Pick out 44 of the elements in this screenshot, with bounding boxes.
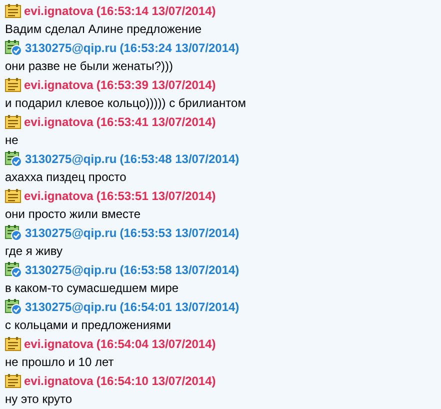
message-time: (16:53:24 13/07/2014) xyxy=(120,40,240,56)
message-time: (16:54:01 13/07/2014) xyxy=(120,298,240,316)
sender-name: evi.ignatova xyxy=(24,76,94,94)
message-time: (16:54:10 13/07/2014) xyxy=(96,372,216,390)
message-time: (16:53:48 13/07/2014) xyxy=(120,150,240,168)
message-time: (16:53:53 13/07/2014) xyxy=(120,224,240,242)
notepad-check-icon xyxy=(5,298,22,314)
message-text: ахахха пиздец просто xyxy=(5,169,126,186)
sender-name: evi.ignatova xyxy=(24,188,94,204)
notepad-check-icon xyxy=(5,224,22,240)
message-text: в каком-то сумасшедшем мире xyxy=(5,280,179,297)
message-text: они разве не были женаты?))) xyxy=(5,58,173,75)
message-time: (16:53:14 13/07/2014) xyxy=(96,2,216,20)
notepad-icon xyxy=(5,374,21,388)
message-text: не прошло и 10 лет xyxy=(5,354,114,371)
notepad-icon xyxy=(5,114,21,128)
message-text: ну это круто xyxy=(5,391,72,408)
message-time: (16:54:04 13/07/2014) xyxy=(96,336,216,352)
sender-name: evi.ignatova xyxy=(24,2,94,20)
notepad-icon xyxy=(5,78,21,92)
message-text: и подарил клевое кольцо))))) с брилиантом xyxy=(5,95,246,112)
message-time: (16:53:39 13/07/2014) xyxy=(96,76,216,94)
message-time: (16:53:41 13/07/2014) xyxy=(96,114,216,130)
sender-name: 3130275@qip.ru xyxy=(25,262,117,278)
sender-name: evi.ignatova xyxy=(24,114,94,130)
message-text: Вадим сделал Алине предложение xyxy=(5,21,202,38)
sender-name: 3130275@qip.ru xyxy=(25,224,117,242)
message-text: не xyxy=(5,132,18,149)
notepad-icon xyxy=(5,188,21,202)
message-time: (16:53:51 13/07/2014) xyxy=(96,188,216,204)
message-text: они просто жили вместе xyxy=(5,206,141,223)
notepad-check-icon xyxy=(5,150,22,166)
message-text: с кольцами и предложениями xyxy=(5,317,171,334)
sender-name: evi.ignatova xyxy=(24,372,94,390)
message-text: где я живу xyxy=(5,243,63,260)
notepad-check-icon xyxy=(5,262,22,278)
sender-name: evi.ignatova xyxy=(24,336,94,352)
sender-name: 3130275@qip.ru xyxy=(25,40,117,56)
notepad-icon xyxy=(5,4,21,18)
message-time: (16:53:58 13/07/2014) xyxy=(120,262,240,278)
notepad-check-icon xyxy=(5,40,22,56)
sender-name: 3130275@qip.ru xyxy=(25,298,117,316)
notepad-icon xyxy=(5,336,21,350)
sender-name: 3130275@qip.ru xyxy=(25,150,117,168)
